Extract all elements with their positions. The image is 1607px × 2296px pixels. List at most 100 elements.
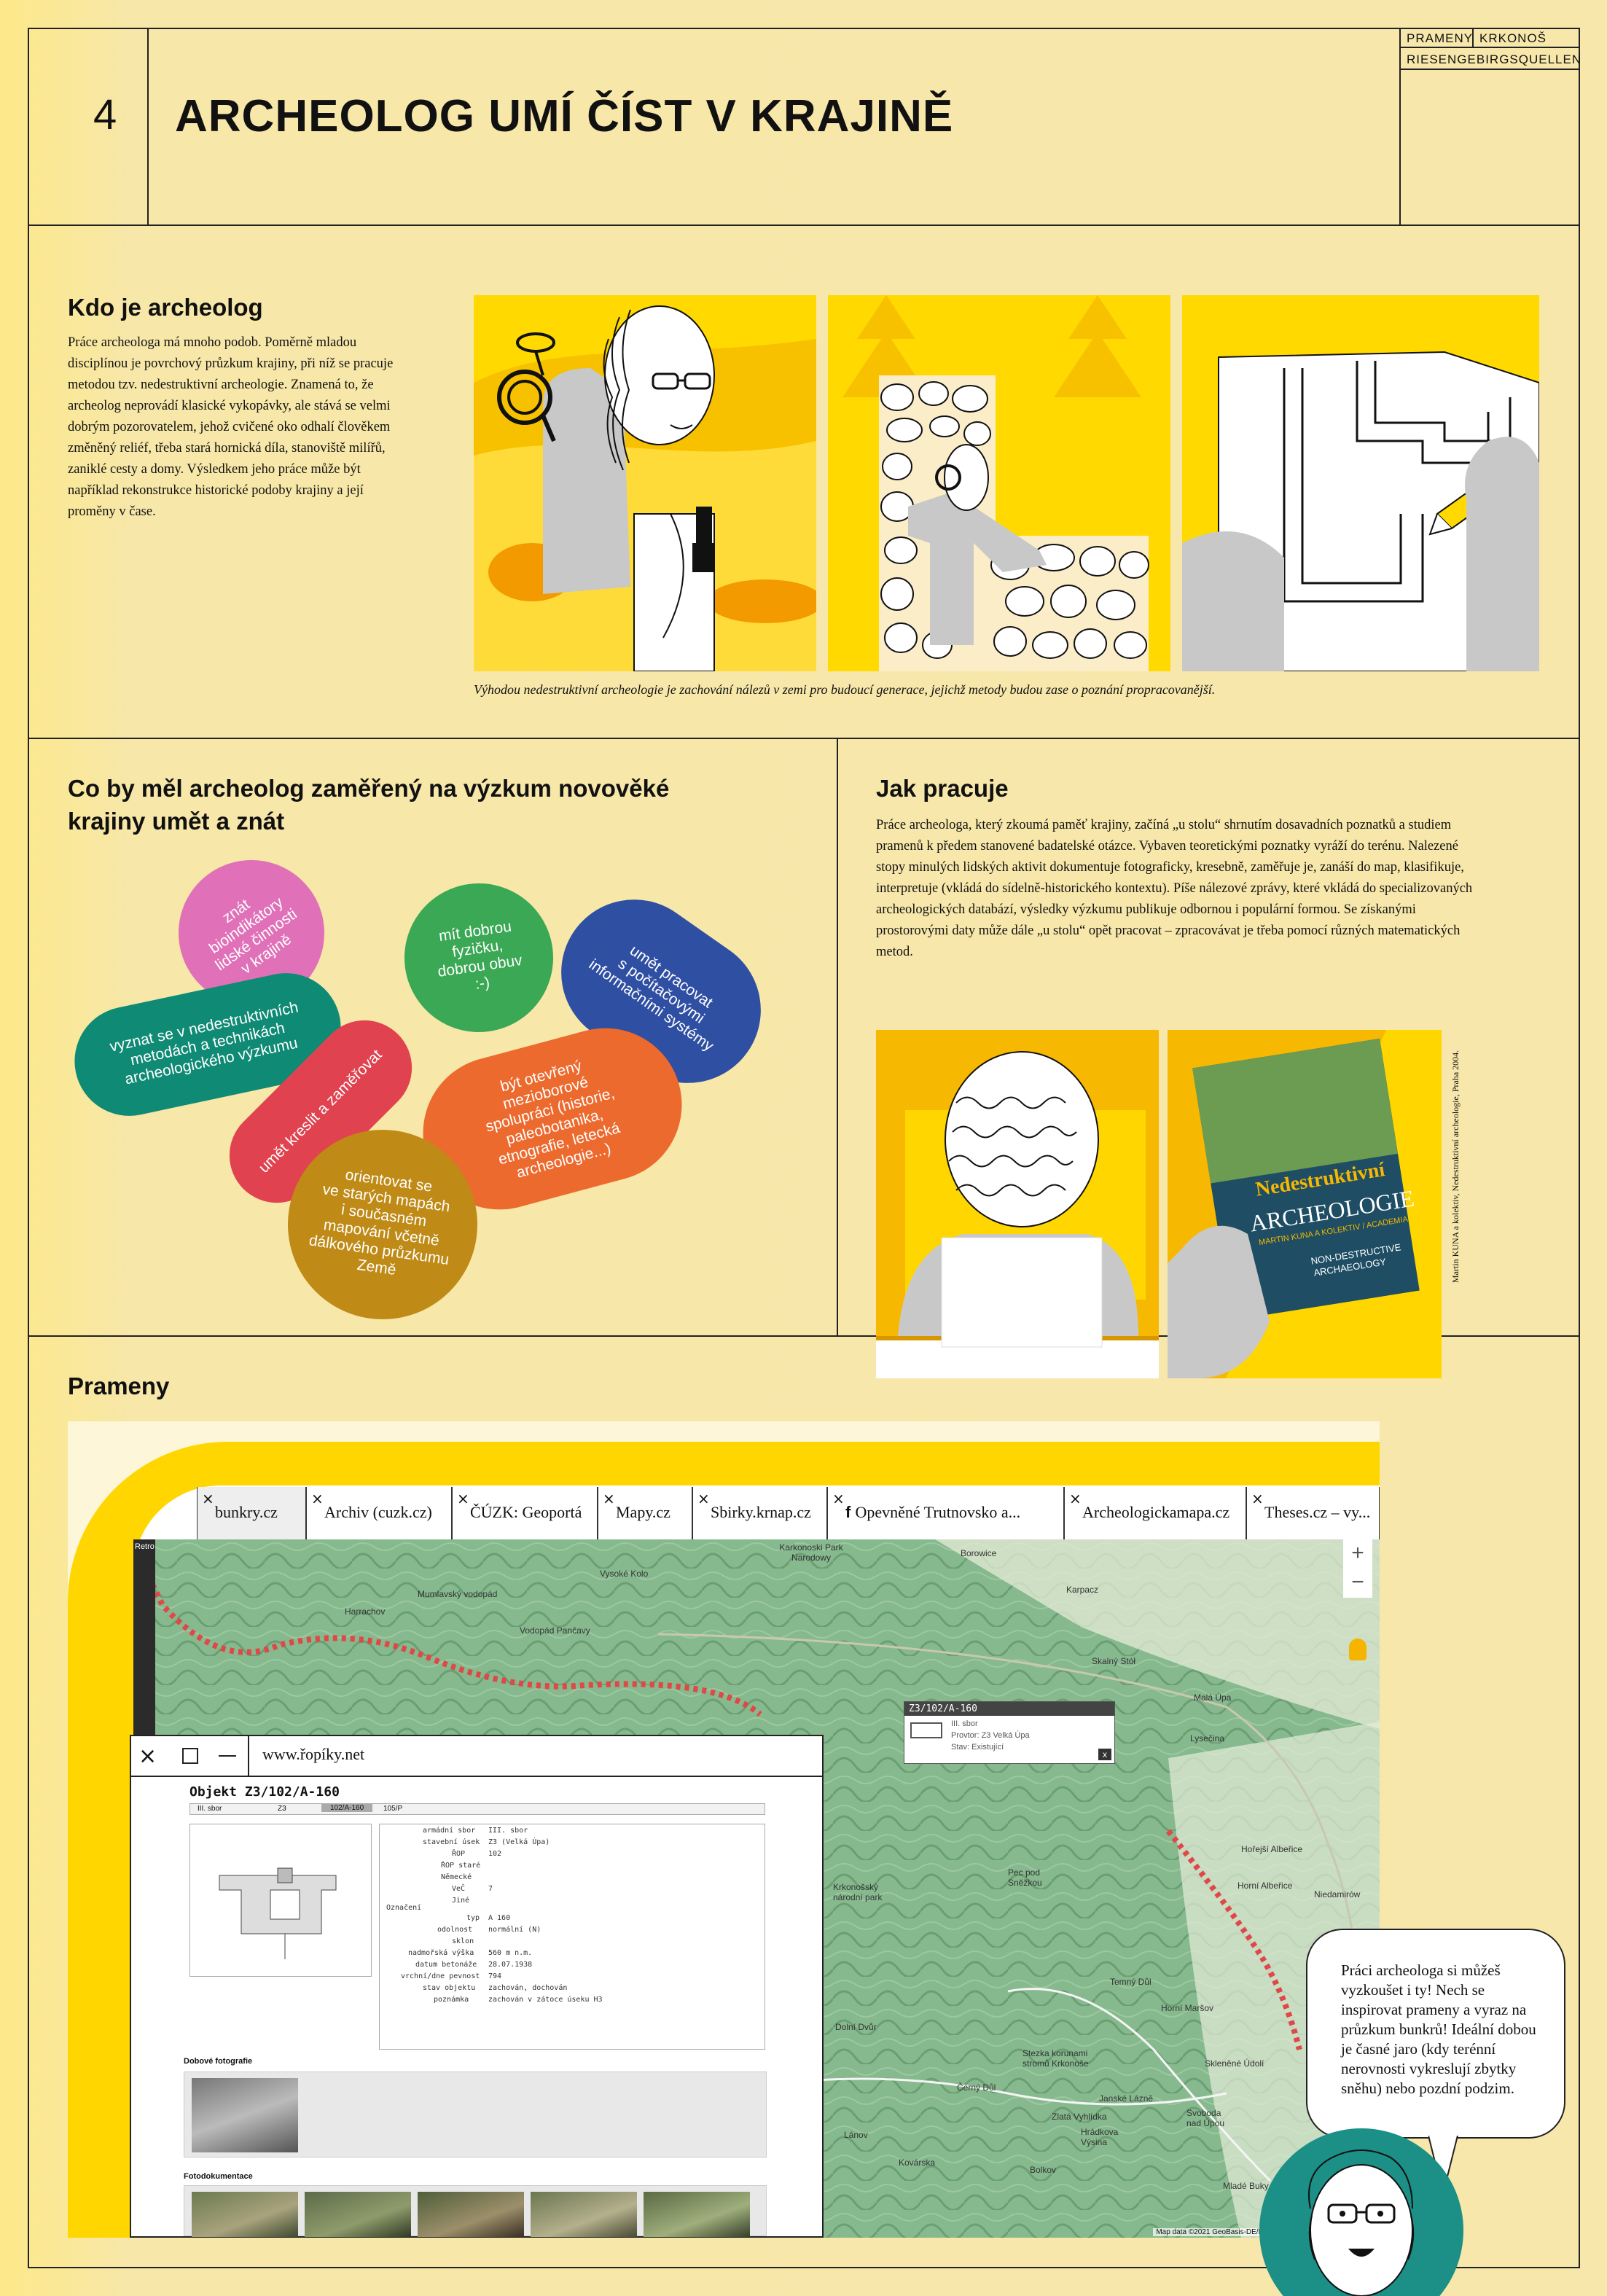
object-tabs: III. sbor Z3 102/A-160 105/P <box>189 1803 765 1815</box>
maximize-icon[interactable] <box>182 1748 198 1764</box>
section3-body: Práce archeologa, který zkoumá paměť kra… <box>876 818 1473 959</box>
map-label: Krkonošský národní park <box>833 1882 883 1902</box>
map-label: Janské Lázně <box>1099 2093 1154 2104</box>
map-label: Hrádkova Výsina <box>1081 2127 1119 2147</box>
pegman-icon[interactable] <box>1349 1639 1366 1660</box>
close-icon[interactable]: × <box>457 1490 469 1507</box>
zoom-in-button[interactable]: + <box>1343 1539 1372 1569</box>
object-row-key: poznámka <box>434 1996 469 2004</box>
close-icon[interactable]: × <box>832 1490 845 1507</box>
illustration-archeologist-hiking <box>474 295 816 671</box>
object-row-key: ŘOP <box>452 1850 466 1858</box>
page-title: ARCHEOLOG UMÍ ČÍST V KRAJINĚ <box>175 91 954 141</box>
map-popup-close-icon[interactable]: x <box>1098 1749 1111 1760</box>
map-popup-line2: Provtor: Z3 Velká Úpa <box>951 1731 1030 1740</box>
map-label: Pec pod Sněžkou <box>1008 1867 1042 1888</box>
object-row-key: Německé <box>441 1873 472 1881</box>
object-row-value: III. sbor <box>488 1827 528 1835</box>
section2-heading: Co by měl archeolog zaměřený na výzkum n… <box>68 775 670 835</box>
close-icon[interactable]: × <box>697 1490 710 1507</box>
object-tab[interactable]: 105/P <box>383 1805 402 1813</box>
map-label: Vysoké Kolo <box>600 1569 649 1579</box>
object-row-key: typ <box>466 1914 480 1922</box>
object-row-value: 794 <box>488 1972 502 1980</box>
historic-photo[interactable] <box>192 2078 298 2152</box>
frame-left <box>28 28 29 2268</box>
object-row-value: A 160 <box>488 1914 511 1922</box>
map-label: Lánov <box>844 2130 868 2140</box>
map-label: Niedamirów <box>1314 1889 1361 1899</box>
object-row-key: VeČ <box>452 1885 466 1893</box>
tab-sbirky[interactable]: × Sbirky.krnap.cz <box>692 1487 827 1539</box>
tab-mapy[interactable]: × Mapy.cz <box>598 1487 692 1539</box>
close-icon[interactable]: × <box>1251 1490 1264 1507</box>
map-label: Lysečina <box>1190 1733 1224 1744</box>
object-row-value: 560 m n.m. <box>488 1949 533 1957</box>
section2-vertical <box>837 738 838 1337</box>
brand-prameny: PRAMENY <box>1407 31 1474 45</box>
tab-archiv[interactable]: × Archiv (cuzk.cz) <box>306 1487 452 1539</box>
map-label: Bolkov <box>1030 2165 1057 2175</box>
zoom-out-button[interactable]: − <box>1343 1569 1372 1598</box>
url-bar[interactable]: www.řopíky.net <box>262 1745 364 1764</box>
map-label: Svoboda nad Úpou <box>1186 2108 1225 2128</box>
map-label: Černý Důl <box>957 2082 996 2093</box>
header-divider <box>28 224 1580 226</box>
section3-heading: Jak pracuje <box>876 775 1009 802</box>
close-icon[interactable]: × <box>311 1490 324 1507</box>
object-row-key: stavební úsek <box>423 1838 480 1846</box>
object-tab[interactable]: III. sbor <box>198 1805 222 1813</box>
photo-thumbnail[interactable] <box>418 2192 524 2237</box>
photo-thumbnail[interactable] <box>644 2192 750 2237</box>
tab-bunkry[interactable]: × bunkry.cz <box>197 1487 306 1539</box>
frame-right <box>1579 28 1580 2268</box>
minimize-icon[interactable] <box>219 1755 236 1757</box>
object-row-value: Z3 (Velká Úpa) <box>488 1838 550 1846</box>
tab-theses[interactable]: × Theses.cz – vy... <box>1246 1487 1380 1539</box>
section4-heading: Prameny <box>68 1372 170 1399</box>
object-row-value: 102 <box>488 1850 502 1858</box>
tab-trutnovsko[interactable]: × f Opevněné Trutnovsko a... <box>827 1487 1064 1539</box>
brand-divider-h2 <box>1399 69 1579 70</box>
brand-riesengebirgsquellen: RIESENGEBIRGSQUELLEN <box>1407 52 1582 66</box>
object-table <box>379 1824 765 2050</box>
close-icon[interactable]: × <box>202 1490 214 1507</box>
page-number: 4 <box>93 91 117 138</box>
object-row-key: odolnost <box>437 1926 473 1934</box>
brand-divider-h1 <box>1399 47 1579 48</box>
brand-krkonos: KRKONOŠ <box>1479 31 1547 45</box>
close-icon[interactable]: × <box>603 1490 615 1507</box>
photo-section-heading: Dobové fotografie <box>184 2057 253 2066</box>
photo-section-heading: Fotodokumentace <box>184 2172 253 2181</box>
map-popup-line1: III. sbor <box>951 1719 978 1728</box>
tab-archeologickamapa[interactable]: × Archeologickamapa.cz <box>1064 1487 1246 1539</box>
tab-cuzk[interactable]: × ČÚZK: Geoportá <box>452 1487 598 1539</box>
object-row-key: ŘOP staré <box>441 1862 481 1870</box>
map-info-popup[interactable]: Z3/102/A-160 III. sbor Provtor: Z3 Velká… <box>904 1701 1115 1764</box>
facebook-icon: f <box>845 1503 856 1521</box>
close-icon[interactable]: × <box>1069 1490 1082 1507</box>
map-label: Mumlavský vodopád <box>418 1589 498 1599</box>
map-label: Karkonoski Park Narodowy <box>779 1542 843 1563</box>
header-number-divider <box>147 28 149 226</box>
map-label: Dolní Dvůr <box>835 2022 877 2032</box>
object-row-key: datum betonáže <box>415 1961 477 1969</box>
map-label: Temný Důl <box>1110 1977 1152 1987</box>
object-tab[interactable]: Z3 <box>278 1805 286 1813</box>
object-title: Objekt Z3/102/A-160 <box>189 1784 340 1800</box>
section1-divider <box>28 738 1580 739</box>
close-icon[interactable]: × <box>138 1744 157 1769</box>
map-label: Borowice <box>961 1548 997 1558</box>
photo-thumbnail[interactable] <box>192 2192 298 2237</box>
map-toolbar <box>133 1539 155 1758</box>
map-label: Stezka korunami stromů Krkonoše <box>1023 2048 1089 2069</box>
object-tab[interactable]: 102/A-160 <box>321 1804 373 1812</box>
map-label: Mladé Buky <box>1223 2181 1269 2191</box>
object-row-key: Jiné <box>452 1897 470 1905</box>
map-popup-line3: Stav: Existující <box>951 1743 1004 1752</box>
popup-window[interactable]: × www.řopíky.net Objekt Z3/102/A-160 III… <box>130 1735 824 2238</box>
section1-heading: Kdo je archeolog <box>68 294 263 321</box>
photo-thumbnail[interactable] <box>305 2192 411 2237</box>
photo-thumbnail[interactable] <box>531 2192 637 2237</box>
map-retro-button[interactable]: Retro <box>135 1542 155 1551</box>
